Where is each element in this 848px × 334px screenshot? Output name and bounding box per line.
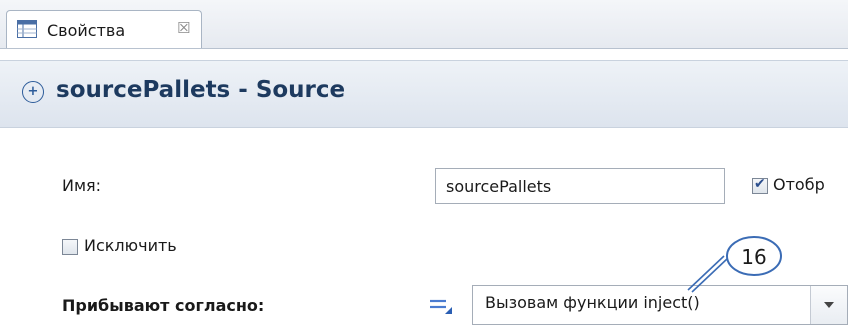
static-value-toggle-icon[interactable] [429, 295, 453, 315]
source-arrow-icon: + [22, 81, 44, 103]
view-tab-bar: Свойства ☒ [0, 0, 848, 49]
arrival-mode-value: Вызовам функции inject() [485, 293, 700, 312]
tab-label: Свойства [47, 21, 126, 40]
name-label: Имя: [62, 176, 102, 195]
show-name-checkbox[interactable] [752, 176, 768, 194]
properties-header: + sourcePallets - Source [0, 60, 848, 128]
show-name-label: Отобр [773, 175, 825, 194]
chevron-down-icon[interactable] [810, 286, 847, 324]
tab-properties[interactable]: Свойства ☒ [6, 10, 202, 48]
exclude-label: Исключить [84, 236, 177, 255]
exclude-checkbox[interactable] [62, 239, 78, 255]
close-icon[interactable]: ☒ [177, 19, 190, 37]
callout-number: 16 [741, 245, 766, 269]
page-title: sourcePallets - Source [56, 77, 346, 103]
arrive-label: Прибывают согласно: [62, 296, 265, 315]
callout-marker: 16 [687, 236, 782, 293]
name-field[interactable] [435, 168, 725, 204]
properties-table-icon [17, 20, 37, 38]
arrival-mode-select[interactable]: Вызовам функции inject() [472, 285, 848, 325]
